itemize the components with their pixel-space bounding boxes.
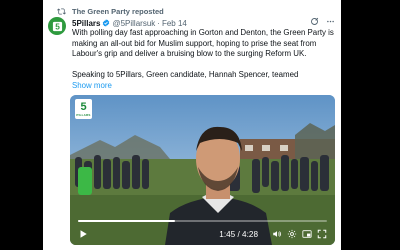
- video-time: 1:45 / 4:28: [219, 229, 258, 239]
- video-controls: 1:45 / 4:28: [70, 223, 335, 245]
- show-more-link[interactable]: Show more: [72, 81, 112, 90]
- post-paragraph-1: With polling day fast approaching in Gor…: [72, 28, 334, 59]
- post-body: With polling day fast approaching in Gor…: [72, 28, 336, 81]
- post-paragraph-2: Speaking to 5Pillars, Green candidate, H…: [72, 70, 299, 80]
- pip-icon[interactable]: [302, 229, 312, 239]
- video-progress-fill: [78, 220, 176, 222]
- settings-icon[interactable]: [287, 229, 297, 239]
- post-panel: The Green Party reposted 5 5Pillars @5Pi…: [43, 0, 341, 250]
- channel-logo: 5 PILLARS: [75, 99, 92, 119]
- channel-logo-number: 5: [80, 100, 87, 113]
- svg-text:5: 5: [55, 22, 60, 31]
- grok-icon[interactable]: [310, 17, 319, 26]
- fullscreen-icon[interactable]: [317, 229, 327, 239]
- author-name[interactable]: 5Pillars: [72, 19, 100, 28]
- video-player[interactable]: 5 PILLARS 1:45 / 4:28: [70, 95, 335, 245]
- pillar-logo-icon: 5: [52, 21, 62, 31]
- separator-dot: ·: [157, 18, 160, 28]
- verified-badge-icon: [103, 19, 110, 27]
- avatar[interactable]: 5: [48, 17, 66, 35]
- repost-label: The Green Party reposted: [72, 6, 164, 16]
- repost-indicator[interactable]: The Green Party reposted: [57, 4, 164, 18]
- author-handle[interactable]: @5Pillarsuk: [112, 19, 155, 28]
- repost-icon: [57, 7, 66, 15]
- channel-logo-word: PILLARS: [76, 112, 91, 117]
- more-options-icon[interactable]: [326, 17, 335, 26]
- post-date[interactable]: Feb 14: [162, 19, 187, 28]
- play-icon[interactable]: [78, 229, 88, 239]
- video-progress-bar[interactable]: [78, 220, 327, 222]
- header-actions: [310, 17, 335, 26]
- volume-icon[interactable]: [272, 229, 282, 239]
